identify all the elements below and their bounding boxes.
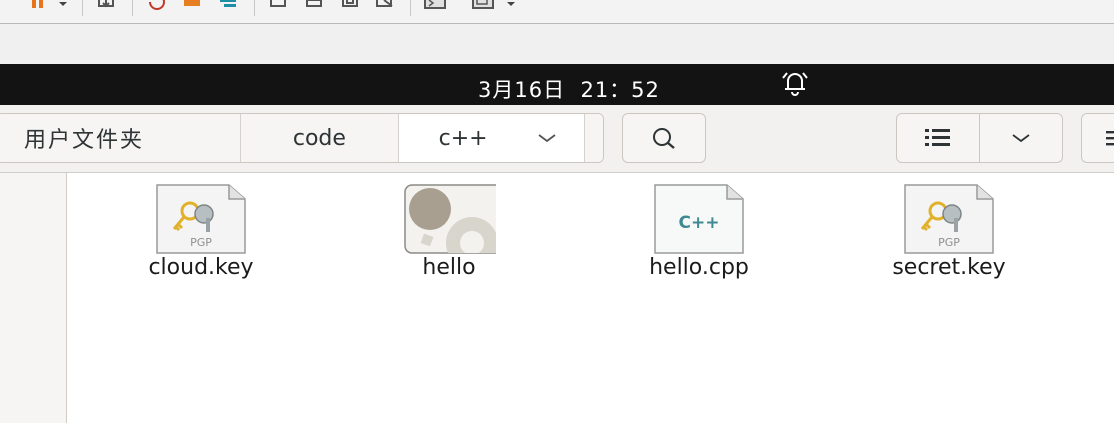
- file-item-secret-key[interactable]: PGP secret.key: [849, 183, 1049, 283]
- pgp-key-icon: PGP: [904, 184, 994, 254]
- path-bar: 用户文件夹 code c++: [0, 113, 604, 163]
- file-name: hello.cpp: [649, 255, 749, 280]
- stretch-view-icon[interactable]: [374, 0, 396, 14]
- unity-view-icon[interactable]: [340, 0, 362, 14]
- clock[interactable]: 3月16日 21：52: [478, 74, 660, 104]
- window-switch-icon[interactable]: [472, 0, 494, 14]
- clock-time: 21：52: [580, 78, 660, 102]
- path-crumb-current-label: c++: [438, 125, 488, 151]
- pause-icon[interactable]: [28, 0, 50, 14]
- path-crumb-home[interactable]: 用户文件夹: [0, 114, 242, 162]
- path-crumb-overflow[interactable]: [585, 114, 603, 162]
- console-view-icon[interactable]: [268, 0, 290, 14]
- file-item-hello-cpp[interactable]: C++ hello.cpp: [599, 183, 799, 283]
- take-snapshot-icon[interactable]: [182, 0, 204, 14]
- chevron-down-icon: [1012, 134, 1030, 143]
- file-name: secret.key: [892, 255, 1006, 280]
- file-icon-grid: PGP cloud.key hello C++ hello.cpp PGP se…: [67, 173, 1114, 423]
- gnome-top-bar: 3月16日 21：52: [0, 64, 1114, 105]
- search-icon: [653, 128, 675, 149]
- list-view-button[interactable]: [896, 113, 980, 163]
- dropdown-arrow-icon[interactable]: [56, 0, 70, 14]
- file-name: cloud.key: [148, 255, 254, 280]
- hamburger-menu-icon: [1106, 131, 1114, 146]
- file-item-hello[interactable]: hello: [349, 183, 549, 283]
- host-status-strip: [0, 24, 1114, 64]
- dropdown-arrow-icon[interactable]: [504, 0, 518, 14]
- file-name: hello: [422, 255, 476, 280]
- search-button[interactable]: [622, 113, 706, 163]
- alarm-bell-icon[interactable]: [780, 69, 810, 97]
- pgp-label: PGP: [190, 236, 212, 249]
- terminal-icon[interactable]: [424, 0, 446, 14]
- path-crumb-current[interactable]: c++: [399, 114, 586, 162]
- cpp-source-icon: C++: [654, 184, 744, 254]
- list-view-icon: [925, 129, 950, 146]
- path-crumb-code[interactable]: code: [241, 114, 399, 162]
- host-toolbar: [0, 0, 1114, 24]
- revert-snapshot-icon[interactable]: [146, 0, 168, 14]
- chevron-down-icon: [538, 134, 556, 143]
- send-keys-icon[interactable]: [96, 0, 118, 14]
- file-item-cloud-key[interactable]: PGP cloud.key: [101, 183, 301, 283]
- main-menu-button[interactable]: [1081, 113, 1114, 163]
- clock-date: 3月16日: [478, 78, 566, 102]
- pgp-key-icon: PGP: [156, 184, 246, 254]
- places-sidebar: [0, 173, 67, 423]
- snapshot-manager-icon[interactable]: [218, 0, 240, 14]
- cpp-label: C++: [679, 213, 720, 233]
- file-manager-header: 用户文件夹 code c++: [0, 105, 1114, 173]
- executable-icon: [404, 184, 496, 254]
- view-options-button[interactable]: [979, 113, 1063, 163]
- fullscreen-icon[interactable]: [304, 0, 326, 14]
- pgp-label: PGP: [938, 236, 960, 249]
